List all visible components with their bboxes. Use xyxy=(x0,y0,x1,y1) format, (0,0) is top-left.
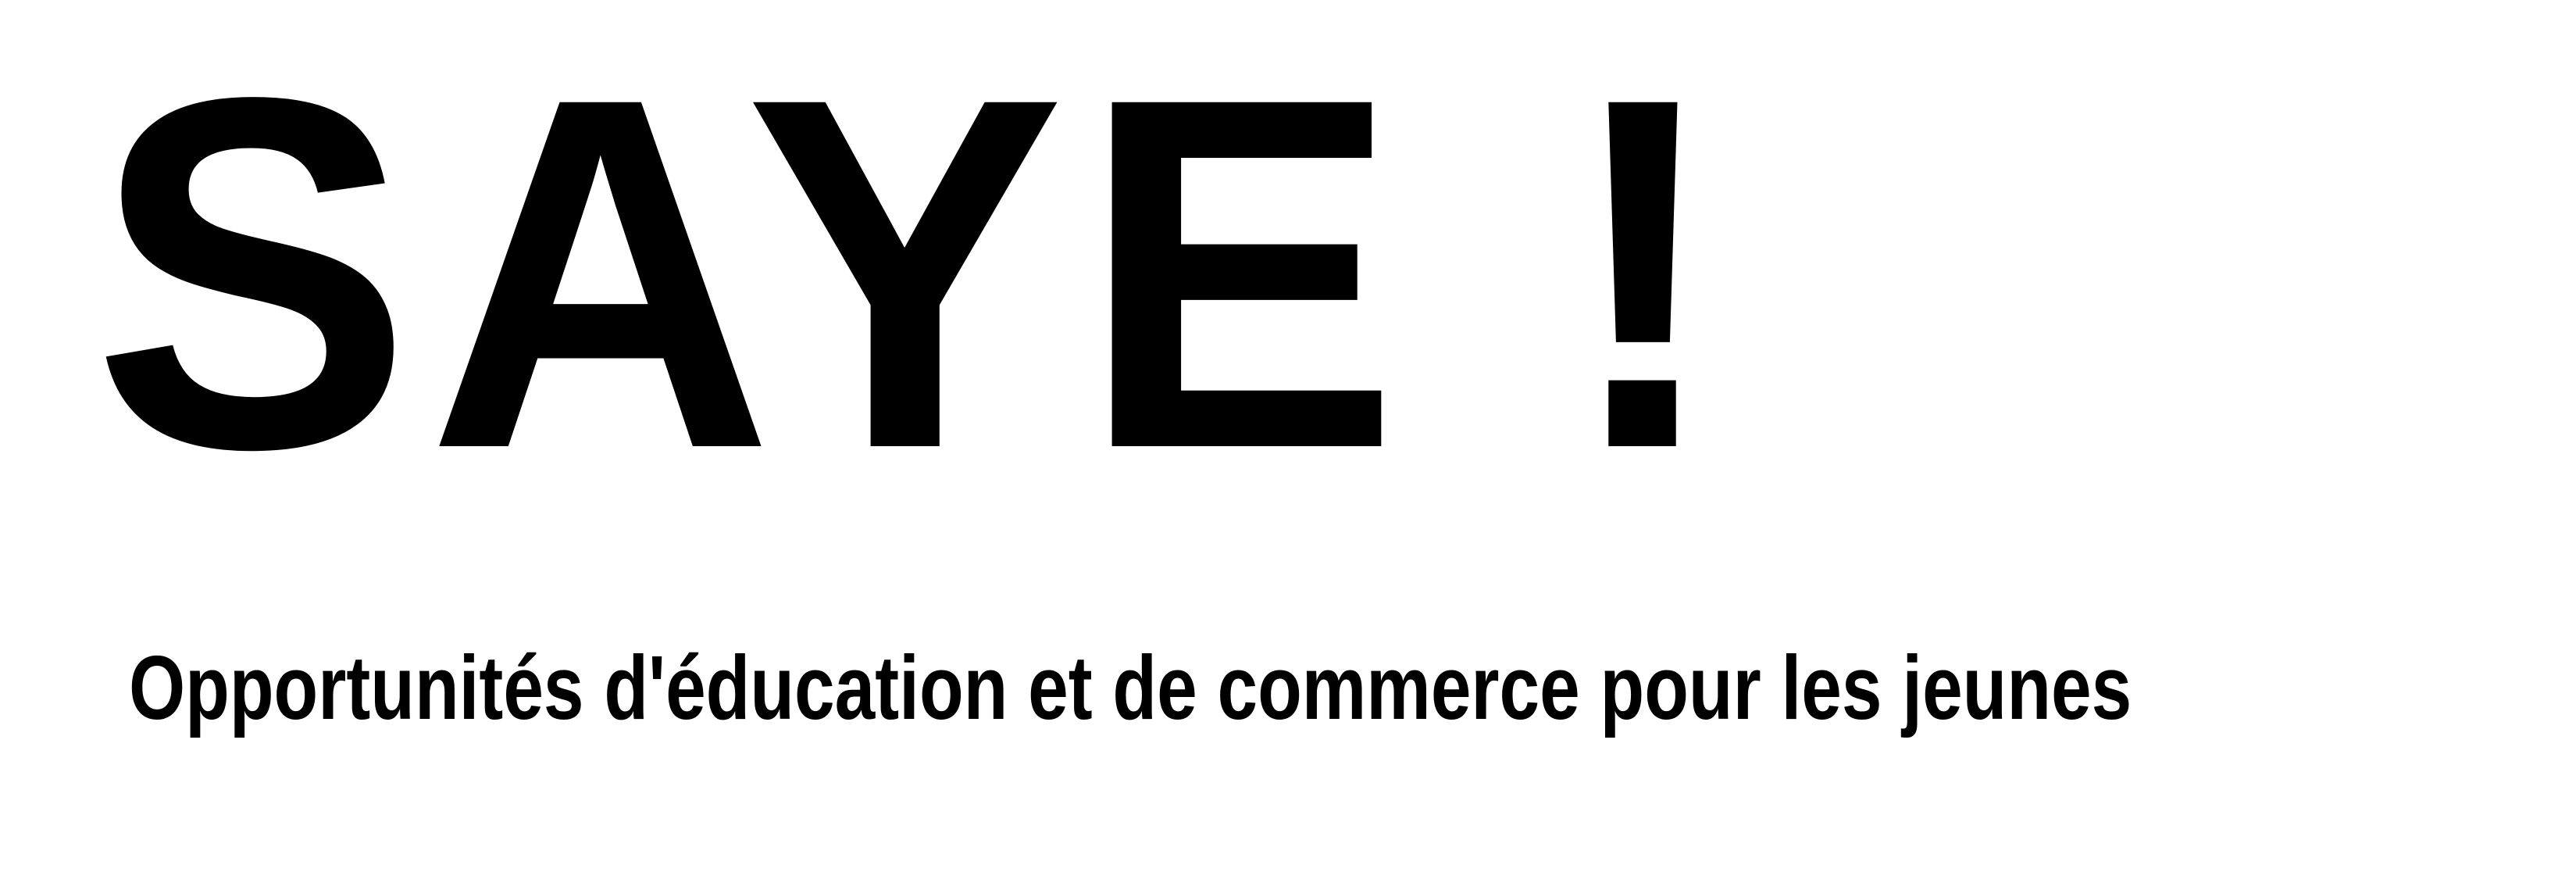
logo-text: SAYE ! xyxy=(92,0,1739,552)
tagline: Opportunités d'éducation et de commerce … xyxy=(129,637,2132,738)
logo: SAYE ! xyxy=(92,23,1723,524)
